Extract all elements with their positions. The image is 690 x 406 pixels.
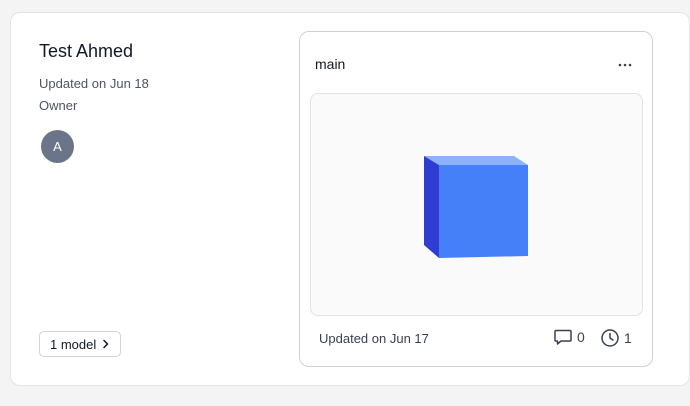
comment-icon [553,328,573,346]
model-preview[interactable] [310,93,643,316]
chevron-right-icon [102,339,110,349]
cube-icon [424,156,528,258]
more-horizontal-icon [618,54,632,72]
project-role: Owner [39,98,78,113]
project-title[interactable]: Test Ahmed [39,41,149,62]
cube-side-face [424,156,439,258]
comments-count: 0 [577,329,585,345]
versions-count-button[interactable]: 1 [600,328,632,348]
model-name[interactable]: main [315,56,345,72]
models-count-button[interactable]: 1 model [39,331,122,357]
project-info: Test Ahmed Updated on Jun 18 Owner [39,41,149,113]
versions-count: 1 [624,330,632,346]
cube-front-face [439,165,528,258]
project-card: Test Ahmed Updated on Jun 18 Owner A 1 m… [10,12,690,386]
model-updated-date: Updated on Jun 17 [319,331,429,346]
cube-top-face [424,156,528,165]
model-card[interactable]: main Updated on Jun 17 0 1 [299,31,653,367]
avatar-initial: A [53,139,62,154]
avatar[interactable]: A [41,130,74,163]
more-options-button[interactable] [616,56,634,70]
comments-count-button[interactable]: 0 [553,328,585,346]
models-count-label: 1 model [50,336,97,352]
clock-icon [600,328,620,348]
project-updated-date: Updated on Jun 18 [39,76,149,91]
